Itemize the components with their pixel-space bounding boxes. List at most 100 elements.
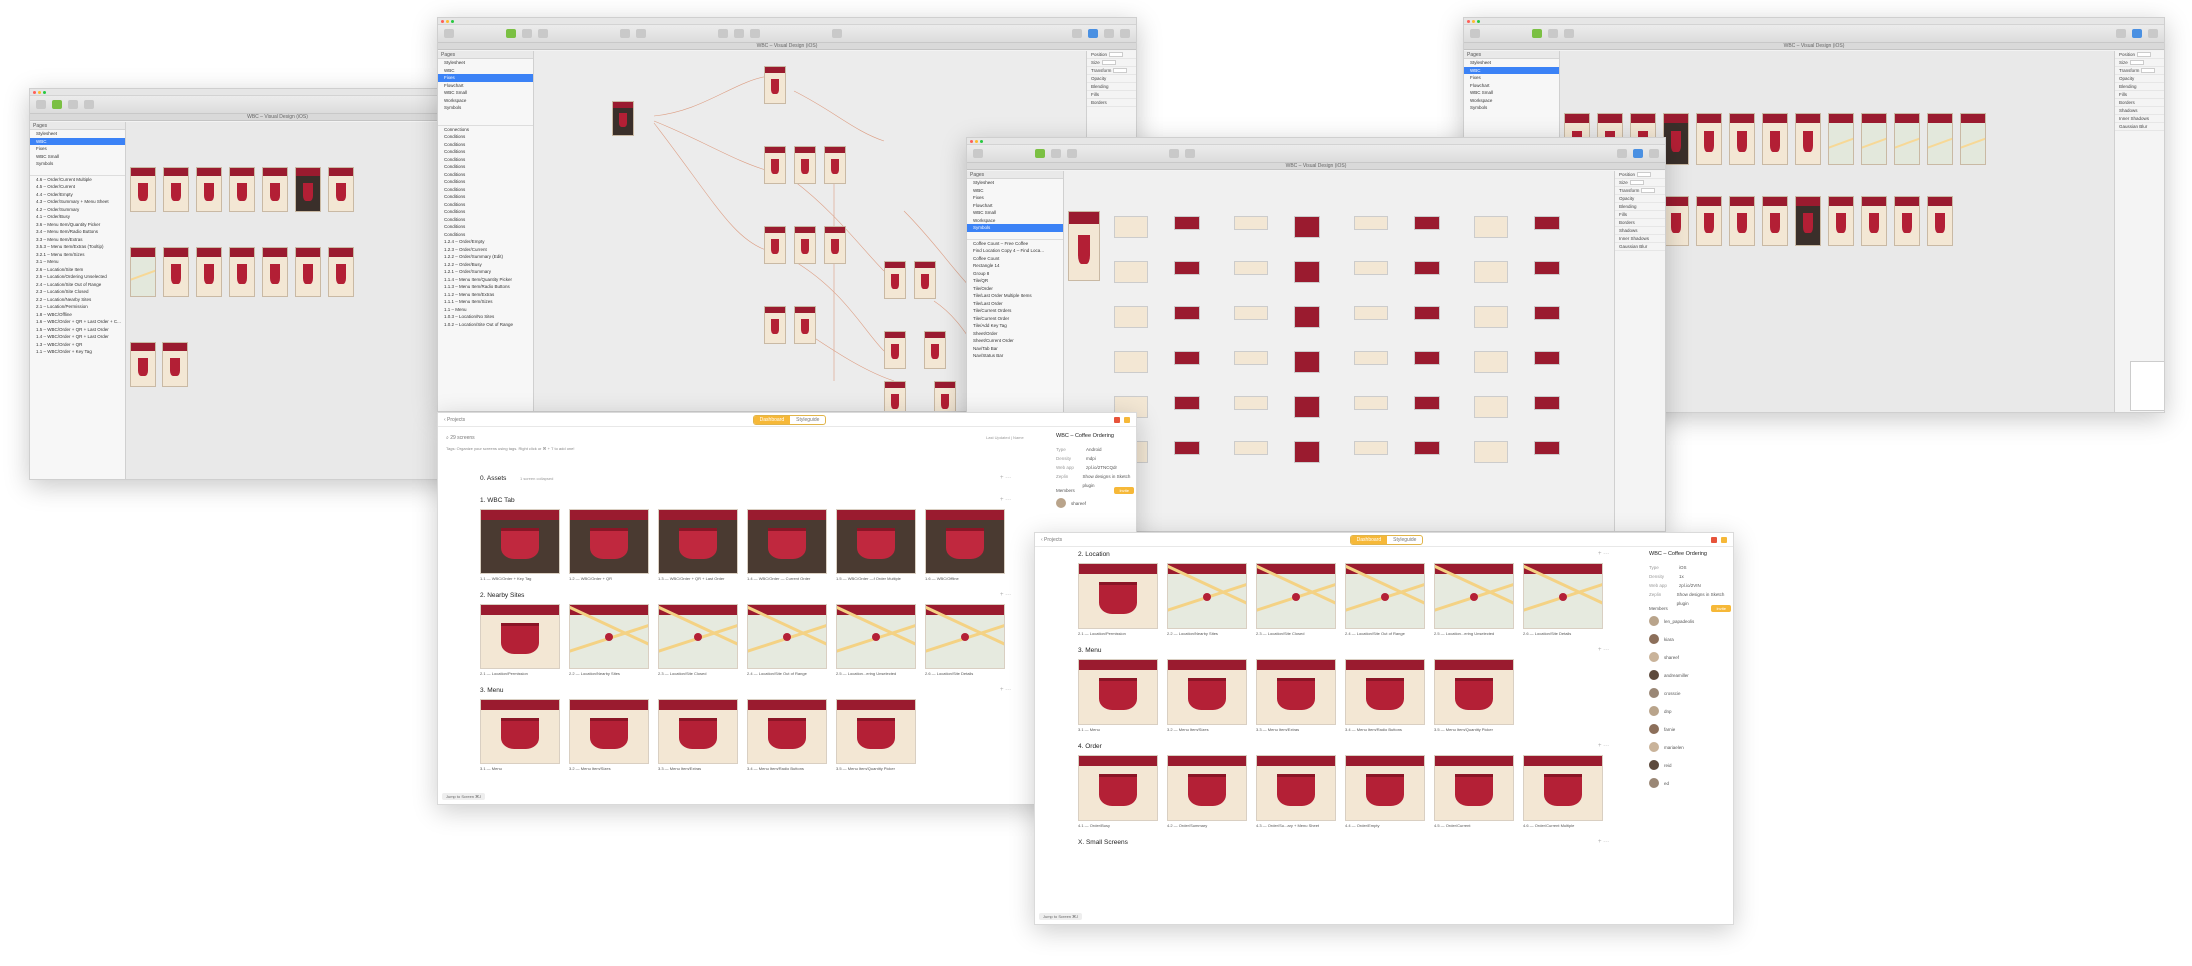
symbol-preview[interactable] — [1114, 306, 1148, 328]
symbol-preview[interactable] — [1234, 306, 1268, 320]
symbol-preview[interactable] — [1474, 216, 1508, 238]
member-row[interactable]: mariaelen — [1649, 738, 1731, 756]
layer-item[interactable]: 3.3 – Menu Item/Extras — [30, 236, 125, 244]
artboard[interactable] — [1927, 196, 1953, 246]
artboard[interactable] — [1828, 196, 1854, 246]
mirror-button[interactable] — [1072, 29, 1082, 38]
layer-item[interactable]: 1.1.4 – Menu Item/Quantity Picker — [438, 276, 533, 284]
symbol-preview[interactable] — [1354, 396, 1388, 410]
layer-item[interactable]: 3.6 – Menu Item/Quantity Picker — [30, 221, 125, 229]
page-item[interactable]: Fixes — [967, 194, 1063, 202]
symbol-preview[interactable] — [1414, 306, 1440, 320]
artboard[interactable] — [328, 167, 354, 212]
screen-thumbnail[interactable] — [836, 509, 916, 574]
symbol-preview[interactable] — [1294, 306, 1320, 328]
screen-thumbnail[interactable] — [1523, 563, 1603, 629]
symbol-preview[interactable] — [1174, 441, 1200, 455]
page-item[interactable]: Workspace — [1464, 97, 1559, 105]
page-item[interactable]: Stylesheet — [30, 130, 125, 138]
artboard[interactable] — [1663, 196, 1689, 246]
layer-item[interactable]: 4.4 – Order/Empty — [30, 191, 125, 199]
layer-item[interactable]: Tile/Current Orders — [967, 307, 1063, 315]
screen-thumbnail[interactable] — [747, 604, 827, 669]
artboard[interactable] — [1729, 113, 1755, 165]
layer-item[interactable]: Tile/Add Key Tag — [967, 322, 1063, 330]
page-item[interactable]: Symbols — [30, 160, 125, 168]
transform-button[interactable] — [538, 29, 548, 38]
page-item[interactable]: Flowchart — [1464, 82, 1559, 90]
search-icon[interactable]: ⌕ — [446, 435, 449, 441]
symbol-preview[interactable] — [1534, 441, 1560, 455]
symbol-preview[interactable] — [1354, 261, 1388, 275]
symbol-preview[interactable] — [1294, 261, 1320, 283]
artboard[interactable] — [824, 146, 846, 184]
member-row[interactable]: dnp — [1649, 702, 1731, 720]
layer-item[interactable]: Tile/Last Order Multiple Items — [967, 292, 1063, 300]
member-row[interactable]: andreamiller — [1649, 666, 1731, 684]
layer-item[interactable]: 1.6 – WBC/Order + QR + Last Order + C... — [30, 318, 125, 326]
tab-styleguide[interactable]: Styleguide — [1387, 536, 1422, 544]
cloud-button[interactable] — [1088, 29, 1098, 38]
section-more-icon[interactable]: + ··· — [1000, 687, 1011, 693]
layer-item[interactable]: Tile/Current Order — [967, 315, 1063, 323]
symbol-preview[interactable] — [1234, 351, 1268, 365]
group-button[interactable] — [52, 100, 62, 109]
symbol-preview[interactable] — [1414, 261, 1440, 275]
page-item[interactable]: WBC Small — [30, 153, 125, 161]
symbol-preview[interactable] — [1534, 396, 1560, 410]
artboard[interactable] — [1696, 196, 1722, 246]
library-popover[interactable] — [2130, 361, 2164, 411]
group-button[interactable] — [1035, 149, 1045, 158]
tab-styleguide[interactable]: Styleguide — [790, 416, 825, 424]
backward-button[interactable] — [734, 29, 744, 38]
layer-item[interactable]: Sheet/Order — [967, 330, 1063, 338]
artboard[interactable] — [1960, 113, 1986, 165]
artboard[interactable] — [934, 381, 956, 411]
screen-thumbnail[interactable] — [480, 509, 560, 574]
symbol-preview[interactable] — [1534, 351, 1560, 365]
artboard[interactable] — [196, 167, 222, 212]
inspector-field[interactable] — [2129, 60, 2144, 66]
minimize-icon[interactable] — [975, 139, 978, 143]
screen-thumbnail[interactable] — [836, 604, 916, 669]
tab-dashboard[interactable]: Dashboard — [753, 415, 791, 424]
cloud-button[interactable] — [1633, 149, 1643, 158]
symbol-preview[interactable] — [1474, 306, 1508, 328]
zoom-icon[interactable] — [1477, 19, 1480, 23]
symbol-preview[interactable] — [1234, 261, 1268, 275]
vector-button[interactable] — [522, 29, 532, 38]
notification-icon[interactable] — [1113, 416, 1120, 423]
screen-thumbnail[interactable] — [1167, 659, 1247, 725]
artboard[interactable] — [130, 342, 156, 387]
inspector-field[interactable] — [1113, 68, 1128, 74]
layer-item[interactable]: 1.1 – Menu — [438, 306, 533, 314]
forward-button[interactable] — [718, 29, 728, 38]
layer-item[interactable]: 1.2.2 – Order/Busy — [438, 261, 533, 269]
minimize-icon[interactable] — [38, 90, 41, 94]
canvas[interactable] — [1064, 171, 1616, 531]
info-value[interactable]: zpl.io/2VIN — [1679, 581, 1701, 590]
artboard[interactable] — [884, 261, 906, 299]
symbol-preview[interactable] — [1114, 261, 1148, 283]
screen-thumbnail[interactable] — [569, 509, 649, 574]
layer-item[interactable]: Conditions — [438, 171, 533, 179]
back-link[interactable]: ‹ Projects — [444, 417, 465, 423]
symbol-preview[interactable] — [1414, 216, 1440, 230]
symbol-preview[interactable] — [1234, 441, 1268, 455]
screen-thumbnail[interactable] — [1434, 563, 1514, 629]
layer-item[interactable]: Conditions — [438, 163, 533, 171]
layer-item[interactable]: Conditions — [438, 223, 533, 231]
screen-thumbnail[interactable] — [480, 604, 560, 669]
symbol-preview[interactable] — [1234, 396, 1268, 410]
mirror-button[interactable] — [1617, 149, 1627, 158]
page-item[interactable]: WBC — [438, 67, 533, 75]
vector-button[interactable] — [1051, 149, 1061, 158]
artboard[interactable] — [924, 331, 946, 369]
screen-thumbnail[interactable] — [569, 699, 649, 764]
layer-item[interactable]: 2.5 – Location/Ordering Unselected — [30, 273, 125, 281]
page-item[interactable]: Flowchart — [438, 82, 533, 90]
member-row[interactable]: shareef — [1056, 494, 1134, 512]
artboard[interactable] — [764, 146, 786, 184]
page-item[interactable]: WBC — [30, 137, 125, 145]
screen-thumbnail[interactable] — [1078, 563, 1158, 629]
